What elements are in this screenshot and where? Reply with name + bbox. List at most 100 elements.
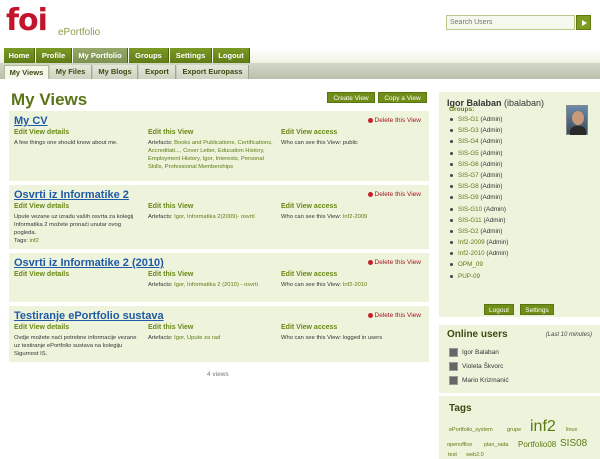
groups-label: Groups: [449,106,475,113]
subnav-my-files[interactable]: My Files [50,65,92,79]
group-link[interactable]: SIS-G9 [458,194,479,201]
group-link[interactable]: SIS-G11 [458,217,482,224]
edit-this-view-link[interactable]: Edit this View [148,203,276,210]
details-column: Edit View details Ovdje možete naći potr… [14,324,142,358]
group-link[interactable]: SIS-G6 [458,161,479,168]
nav-profile[interactable]: Profile [36,48,72,63]
access-value[interactable]: Inf2-2009 [343,214,368,220]
view-title-link[interactable]: My CV [14,115,48,127]
view-title-link[interactable]: Testiranje ePortfolio sustava [14,310,164,322]
tag-link[interactable]: linux [566,427,577,433]
sidebar-logout-button[interactable]: Logout [484,304,514,315]
user-avatar-icon [449,376,458,385]
group-item: SIS-G3 (Admin) [449,125,508,136]
access-column: Edit View access Who can see this View: … [281,324,421,342]
nav-logout[interactable]: Logout [213,48,250,63]
edit-access-link[interactable]: Edit View access [281,203,421,210]
group-link[interactable]: SIS-G1 [458,116,479,123]
subnav-export-europass[interactable]: Export Europass [177,65,249,79]
group-link[interactable]: SIS-G8 [458,183,479,190]
group-link[interactable]: SIS-G4 [458,138,479,145]
delete-label: Delete this View [374,312,422,319]
tag-link[interactable]: grupe [507,427,521,433]
online-user[interactable]: Mario Krizmanić [449,376,509,385]
group-item: SIS-G1 (Admin) [449,114,508,125]
delete-view-button[interactable]: Delete this View [367,191,421,198]
tag-link[interactable]: test [448,452,457,458]
artefacts-label: Artefacts: [148,282,173,288]
artefacts-label: Artefacts: [148,214,173,220]
edit-access-link[interactable]: Edit View access [281,271,421,278]
edit-access-link[interactable]: Edit View access [281,324,421,331]
delete-icon [367,191,373,197]
edit-details-link[interactable]: Edit View details [14,271,142,278]
tag-link[interactable]: SIS08 [560,438,587,449]
online-user[interactable]: Violeta Škvorc [449,362,503,371]
artefacts-list[interactable]: Igor, Informatika 2(2009)- osvrti [174,214,255,220]
nav-home[interactable]: Home [4,48,35,63]
tag-link[interactable]: inf2 [530,418,556,436]
nav-my-portfolio[interactable]: My Portfolio [73,48,128,63]
tag-link[interactable]: Portfolio08 [518,440,556,449]
tag-link[interactable]: openoffice [447,442,472,448]
edit-details-link[interactable]: Edit View details [14,129,142,136]
group-item: Inf2-2010 (Admin) [449,248,508,259]
search-go-button[interactable] [576,15,591,30]
edit-this-view-link[interactable]: Edit this View [148,271,276,278]
delete-view-button[interactable]: Delete this View [367,259,421,266]
group-link[interactable]: OPM_09 [458,261,483,268]
subnav-my-views[interactable]: My Views [4,65,49,79]
group-link[interactable]: SIS-G5 [458,150,479,157]
details-column: Edit View details A few things one shoul… [14,129,142,147]
edit-this-view-link[interactable]: Edit this View [148,129,276,136]
group-link[interactable]: Inf2-2009 [458,239,485,246]
artefacts-column: Edit this View Artefacts: Igor, Informat… [148,203,276,221]
delete-view-button[interactable]: Delete this View [367,117,422,124]
group-link[interactable]: PUP-09 [458,273,480,280]
edit-details-link[interactable]: Edit View details [14,203,142,210]
access-label: Who can see this View: [281,140,342,146]
tag-link[interactable]: web2.0 [466,452,484,458]
access-value: public [342,140,358,146]
group-link[interactable]: SIS-G7 [458,172,479,179]
online-user[interactable]: Igor Balaban [449,348,499,357]
sidebar-settings-button[interactable]: Settings [520,304,554,315]
subnav-export[interactable]: Export [139,65,176,79]
tags-panel: Tags ePortfolio_system grupe inf2 linux … [439,396,600,459]
nav-groups[interactable]: Groups [129,48,169,63]
online-users-note: (Last 10 minutes) [545,332,592,338]
group-link[interactable]: Inf2-2010 [458,250,485,257]
nav-settings[interactable]: Settings [170,48,212,63]
group-item: SIS-G11 (Admin) [449,215,508,226]
view-description: Upute vezane uz izradu vaših osvrta za k… [14,214,134,236]
edit-access-link[interactable]: Edit View access [281,129,421,136]
search-users-input[interactable] [446,15,575,30]
artefacts-list[interactable]: Igor, Upute za rad [174,335,220,341]
group-role: (Admin) [480,138,503,146]
artefacts-column: Edit this View Artefacts: Igor, Informat… [148,271,276,289]
group-item: Inf2-2009 (Admin) [449,237,508,248]
access-value[interactable]: Inf2-2010 [343,282,368,288]
subnav-my-blogs[interactable]: My Blogs [93,65,138,79]
view-title-link[interactable]: Osvrti iz Informatike 2 (2010) [14,257,164,269]
tag-link[interactable]: plan_rada [484,442,508,448]
copy-view-button[interactable]: Copy a View [378,92,427,103]
main-nav: Home Profile My Portfolio Groups Setting… [0,48,600,63]
group-link[interactable]: SIS-G3 [458,127,479,134]
create-view-button[interactable]: Create View [327,92,375,103]
view-tag-link[interactable]: inf2 [29,238,38,244]
group-item: SIS-G9 (Admin) [449,192,508,203]
tag-link[interactable]: ePortfolio_system [449,427,493,433]
group-link[interactable]: SIS-G2 [458,228,479,235]
group-item: SIS-G4 (Admin) [449,136,508,147]
view-title-link[interactable]: Osvrti iz Informatike 2 [14,189,129,201]
edit-details-link[interactable]: Edit View details [14,324,142,331]
edit-this-view-link[interactable]: Edit this View [148,324,276,331]
site-logo[interactable]: foi [6,5,48,37]
artefacts-list[interactable]: Igor, Informatika 2 (2010) - osvrti [174,282,258,288]
views-count: 4 views [207,371,229,378]
delete-label: Delete this View [374,117,422,124]
avatar[interactable] [566,105,588,135]
group-link[interactable]: SIS-G10 [458,206,482,213]
delete-view-button[interactable]: Delete this View [367,312,422,319]
